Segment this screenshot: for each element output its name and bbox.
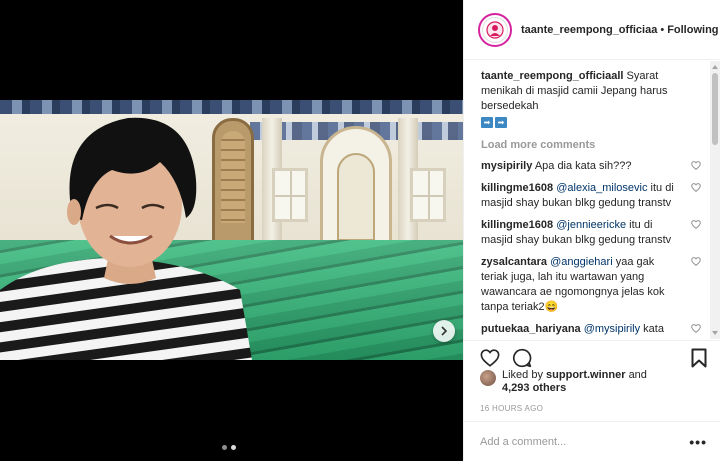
post-header: taante_reempong_officiaa • Following	[464, 0, 720, 60]
comment-like-heart-icon[interactable]	[691, 220, 701, 229]
window	[272, 168, 308, 222]
following-button[interactable]: Following	[667, 24, 718, 36]
header-username[interactable]: taante_reempong_officiaa	[521, 24, 657, 36]
comment-mention[interactable]: @jennieericke	[556, 219, 626, 231]
comment-mention[interactable]: @alexia_milosevic	[556, 182, 647, 194]
comments-list[interactable]: taante_reempong_officiaall Syarat menika…	[464, 61, 720, 339]
scroll-down-arrow[interactable]	[712, 331, 718, 335]
logo-icon	[486, 20, 504, 39]
bookmark-icon	[691, 348, 707, 367]
post-caption: taante_reempong_officiaall Syarat menika…	[481, 69, 709, 129]
heart-icon	[480, 348, 500, 367]
add-comment-bar: •••	[464, 421, 720, 461]
like-button[interactable]	[480, 348, 500, 367]
comment-like-heart-icon[interactable]	[691, 183, 701, 192]
action-bar	[464, 340, 720, 370]
comment-username[interactable]: putuekaa_hariyana	[481, 323, 581, 335]
profile-avatar[interactable]	[478, 12, 512, 47]
comment-button[interactable]	[512, 348, 532, 368]
carousel-dot-active	[231, 445, 236, 450]
comment-username[interactable]: killingme1608	[481, 182, 553, 194]
carousel-indicator	[222, 445, 236, 450]
comment-input[interactable]	[480, 435, 690, 448]
load-more-comments-link[interactable]: Load more comments	[481, 139, 709, 151]
comment-bubble-icon	[512, 348, 532, 367]
comment-item: putuekaa_hariyana @mysipirily kata doi, …	[481, 322, 709, 339]
comment-emoji: 😄	[544, 301, 559, 313]
liker-avatar[interactable]	[480, 370, 496, 386]
post-sidebar: taante_reempong_officiaa • Following taant…	[463, 0, 720, 461]
comment-username[interactable]: mysipirily	[481, 160, 532, 172]
comment-item: killingme1608 @alexia_milosevic itu di m…	[481, 181, 709, 211]
likes-summary: Liked by support.winner and 4,293 others	[480, 369, 647, 395]
comment-like-heart-icon[interactable]	[691, 161, 701, 170]
scroll-thumb[interactable]	[712, 73, 718, 145]
header-separator: •	[660, 23, 665, 36]
comment-item: killingme1608 @jennieericke itu di masji…	[481, 218, 709, 248]
likes-others-link[interactable]: 4,293 others	[502, 382, 566, 394]
comment-item: zysalcantara @anggiehari yaa gak teriak …	[481, 255, 709, 315]
comment-mention[interactable]: @mysipirily	[584, 323, 640, 335]
save-button[interactable]	[691, 348, 707, 368]
comments-scrollbar[interactable]	[710, 61, 720, 339]
caption-username[interactable]: taante_reempong_officiaall	[481, 70, 623, 82]
carousel-dot	[222, 445, 227, 450]
comment-item: mysipirily Apa dia kata sih???	[481, 159, 709, 174]
arrow-right-emoji: ➡	[481, 117, 493, 128]
likes-prefix: Liked by	[502, 369, 543, 381]
scroll-up-arrow[interactable]	[712, 65, 718, 69]
post-timestamp[interactable]: 16 HOURS AGO	[480, 404, 543, 413]
video-frame[interactable]	[0, 100, 463, 360]
comment-username[interactable]: zysalcantara	[481, 256, 547, 268]
person-figure	[0, 117, 252, 360]
more-options-button[interactable]: •••	[689, 434, 707, 450]
window	[410, 168, 446, 222]
comment-mention[interactable]: @anggiehari	[550, 256, 613, 268]
mihrab	[320, 126, 392, 246]
next-slide-button[interactable]	[433, 320, 455, 342]
post-media[interactable]	[0, 0, 463, 461]
comment-like-heart-icon[interactable]	[691, 324, 701, 333]
likes-and: and	[628, 369, 647, 381]
arrow-right-emoji: ➡	[495, 117, 507, 128]
comment-text: Apa dia kata sih???	[534, 160, 632, 172]
chevron-right-icon	[441, 326, 448, 336]
comment-like-heart-icon[interactable]	[691, 257, 701, 266]
comment-username[interactable]: killingme1608	[481, 219, 553, 231]
liker-username[interactable]: support.winner	[546, 369, 625, 381]
